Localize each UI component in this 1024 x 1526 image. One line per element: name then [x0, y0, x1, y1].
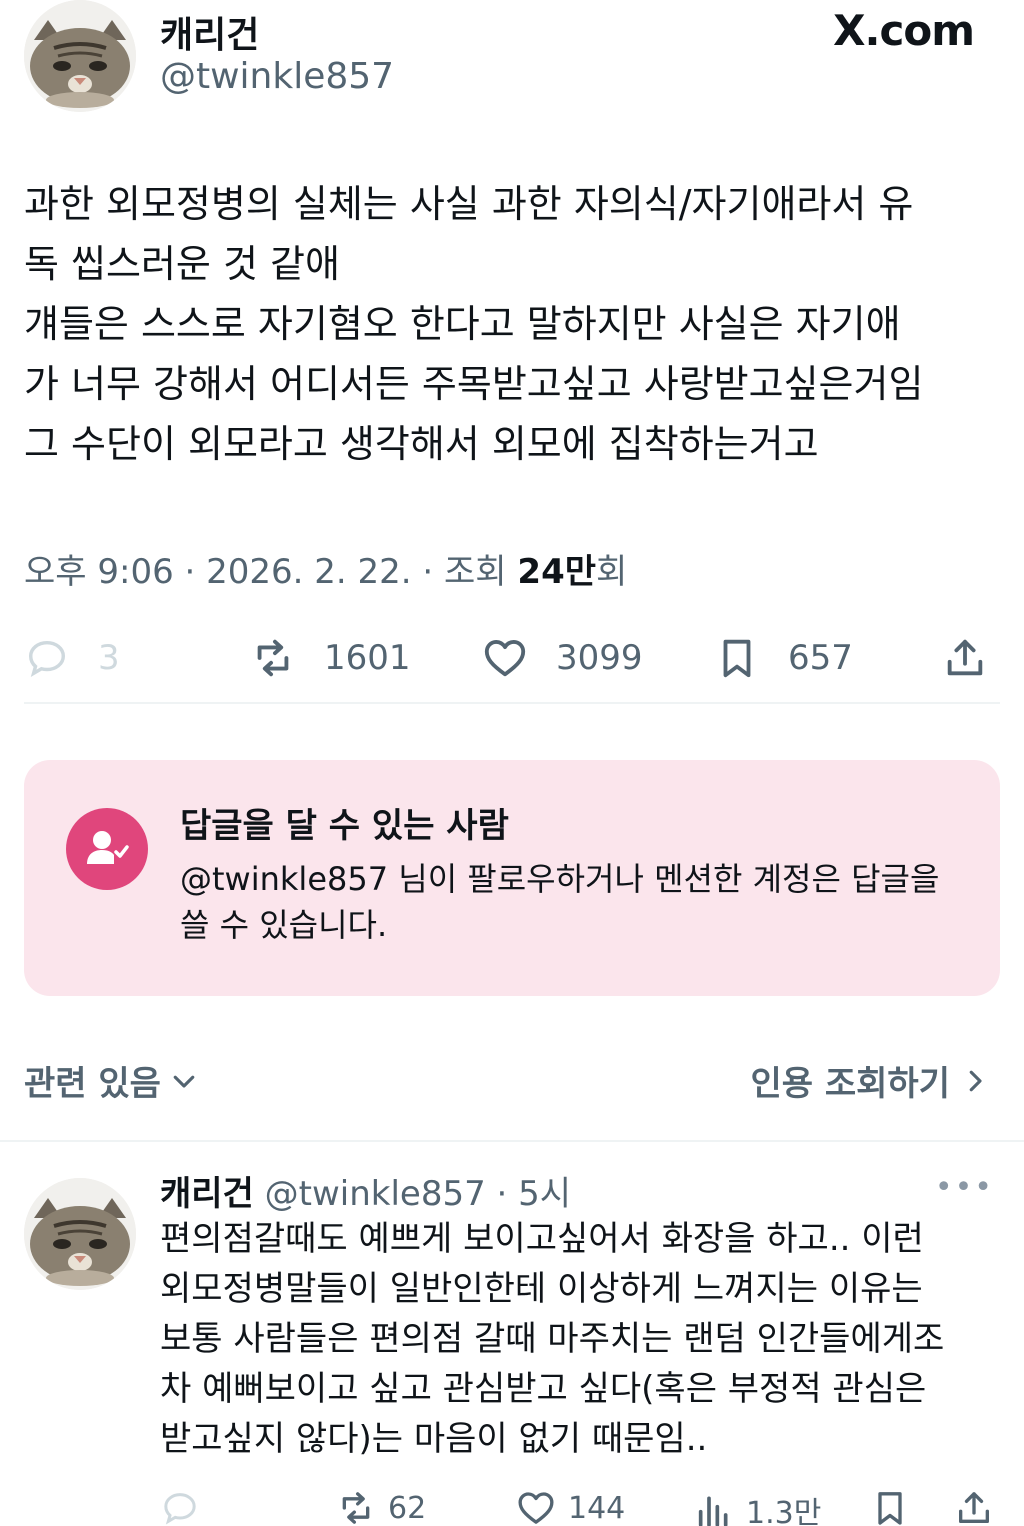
tweet-line: 과한 외모정병의 실체는 사실 과한 자의식/자기애라서 유	[24, 182, 914, 226]
like-button[interactable]: 3099	[482, 628, 643, 688]
tweet-text: 과한 외모정병의 실체는 사실 과한 자의식/자기애라서 유 독 씹스러운 것 …	[24, 174, 1004, 474]
share-icon	[947, 639, 983, 676]
chevron-right-icon	[969, 1070, 982, 1091]
bookmark-count: 657	[788, 638, 853, 678]
cat-avatar-image	[24, 1178, 136, 1290]
reply-line: 보통 사람들은 편의점 갈때 마주치는 랜덤 인간들에게조	[160, 1319, 945, 1359]
view-quotes-label: 인용 조회하기	[750, 1064, 950, 1104]
share-button[interactable]	[942, 628, 988, 688]
retweet-icon	[342, 1492, 370, 1524]
heart-icon	[518, 1492, 554, 1524]
reply-restriction-title: 답글을 달 수 있는 사람	[180, 806, 509, 846]
reply-text: 편의점갈때도 예쁘게 보이고싶어서 화장을 하고.. 이런 외모정병말들이 일반…	[160, 1214, 1010, 1464]
reply-line: 편의점갈때도 예쁘게 보이고싶어서 화장을 하고.. 이런	[160, 1219, 924, 1259]
author-handle[interactable]: @twinkle857	[160, 56, 394, 97]
views-chart-icon	[698, 1496, 728, 1526]
reply-header: 캐리건 @twinkle857 · 5시	[160, 1166, 571, 1215]
mention-user-icon	[66, 808, 148, 890]
reply-handle-time[interactable]: @twinkle857 · 5시	[265, 1174, 571, 1214]
reply-button[interactable]: 3	[24, 628, 120, 688]
reply-author-avatar[interactable]	[24, 1178, 136, 1290]
reply-retweet-count: 62	[388, 1490, 427, 1526]
tweet-line: 걔들은 스스로 자기혐오 한다고 말하지만 사실은 자기애	[24, 302, 901, 346]
view-quotes-link[interactable]: 인용 조회하기	[750, 1056, 990, 1105]
bookmark-button[interactable]: 657	[714, 628, 853, 688]
tweet-meta: 오후 9:06 · 2026. 2. 22. · 조회 24만회	[24, 544, 627, 593]
view-count: 24만	[517, 552, 597, 592]
author-name[interactable]: 캐리건	[160, 6, 259, 58]
author-avatar[interactable]	[24, 0, 136, 112]
reply-line: 외모정병말들이 일반인한테 이상하게 느껴지는 이유는	[160, 1269, 923, 1309]
tweet-action-bar: 3 1601 3099 657	[24, 628, 992, 688]
retweet-count: 1601	[324, 638, 411, 678]
retweet-button[interactable]: 1601	[250, 628, 411, 688]
reply-author-name[interactable]: 캐리건	[160, 1174, 254, 1214]
reply-icon	[164, 1493, 196, 1525]
reply-like-count: 144	[568, 1490, 626, 1526]
reply-bookmark-button[interactable]	[870, 1488, 922, 1526]
reply-retweet-button[interactable]: 62	[336, 1488, 426, 1526]
reply-line: 받고싶지 않다)는 마음이 없기 때문임..	[160, 1419, 708, 1459]
tweet-line: 그 수단이 외모라고 생각해서 외모에 집착하는거고	[24, 422, 819, 466]
view-count-suffix: 회	[596, 552, 628, 592]
related-dropdown[interactable]: 관련 있음	[24, 1056, 199, 1105]
reply-share-button[interactable]	[954, 1488, 1006, 1526]
divider	[24, 702, 1000, 704]
heart-icon	[484, 639, 526, 677]
cat-avatar-image	[24, 0, 136, 112]
reply-count: 3	[98, 638, 120, 678]
share-icon	[959, 1492, 989, 1523]
reply-view-count: 1.3만	[746, 1496, 822, 1526]
tweet-line: 가 너무 강해서 어디서든 주목받고싶고 사랑받고싶은거임	[24, 362, 924, 406]
bookmark-icon	[878, 1492, 902, 1525]
x-brand-logo: X.com	[833, 6, 975, 55]
reply-icon	[28, 640, 66, 677]
reply-action-bar: 62 144 1.3만	[160, 1488, 1000, 1526]
related-label: 관련 있음	[24, 1064, 161, 1104]
tweet-line: 독 씹스러운 것 같애	[24, 242, 340, 286]
reply-reply-button[interactable]	[160, 1488, 212, 1526]
chevron-down-icon	[173, 1075, 195, 1088]
bookmark-icon	[723, 639, 751, 678]
more-options-button[interactable]: •••	[935, 1170, 994, 1205]
like-count: 3099	[556, 638, 643, 678]
retweet-icon	[257, 639, 289, 677]
reply-views-button[interactable]: 1.3만	[694, 1488, 821, 1526]
reply-restriction-notice: 답글을 달 수 있는 사람 @twinkle857 님이 팔로우하거나 멘션한 …	[24, 760, 1000, 996]
reply-line: 차 예뻐보이고 싶고 관심받고 싶다(혹은 부정적 관심은	[160, 1369, 927, 1409]
reply-restriction-body: @twinkle857 님이 팔로우하거나 멘션한 계정은 답글을 쓸 수 있습…	[180, 860, 940, 944]
reply-like-button[interactable]: 144	[516, 1488, 625, 1526]
tweet-timestamp[interactable]: 오후 9:06 · 2026. 2. 22. · 조회	[24, 552, 517, 592]
section-divider	[0, 1140, 1024, 1142]
